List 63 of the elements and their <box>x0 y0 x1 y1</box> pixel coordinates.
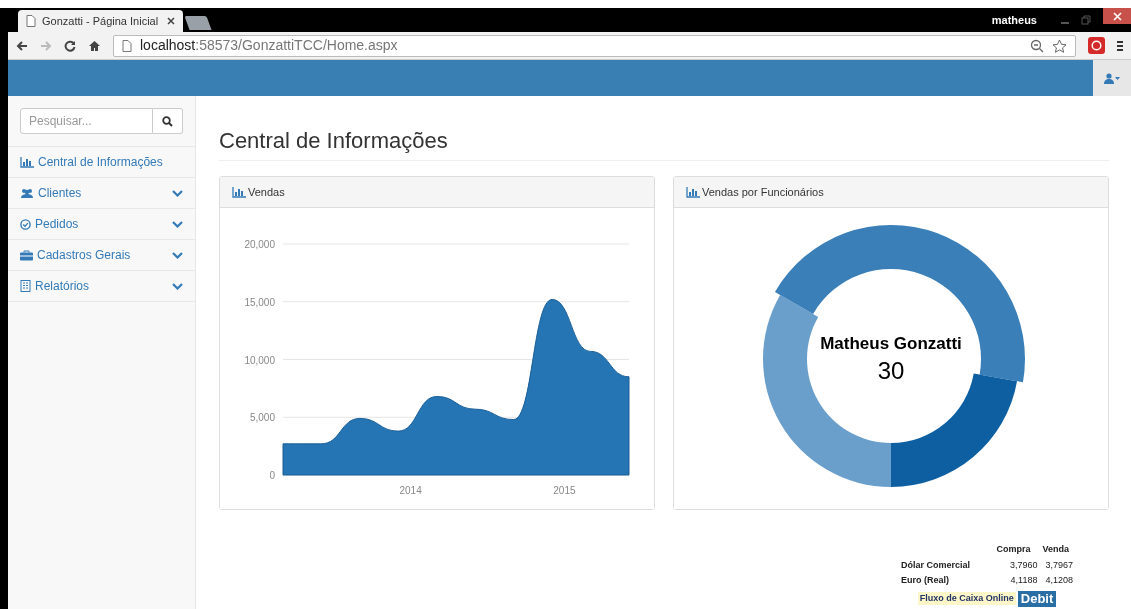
extension-icon[interactable] <box>1088 37 1105 54</box>
x-tick-label: 2015 <box>553 484 576 496</box>
home-icon <box>88 39 101 52</box>
sidebar-item[interactable]: Clientes <box>8 178 195 209</box>
forward-icon <box>40 39 52 52</box>
sidebar-item[interactable]: Relatórios <box>8 271 195 302</box>
close-icon <box>167 17 175 25</box>
user-menu-button[interactable] <box>1093 60 1131 96</box>
new-tab-button[interactable] <box>184 16 212 30</box>
y-tick-label: 5,000 <box>249 411 275 423</box>
column-header: Venda <box>1042 543 1069 556</box>
zoom-out-icon <box>1030 38 1044 53</box>
page-icon <box>26 15 36 27</box>
bar-chart-icon <box>686 186 700 198</box>
x-tick-label: 2014 <box>399 484 422 496</box>
buy-rate: 4,1188 <box>1010 574 1038 587</box>
star-icon <box>1052 38 1067 53</box>
profile-name[interactable]: matheus <box>991 11 1037 29</box>
sidebar-item[interactable]: Central de Informações <box>8 147 195 178</box>
search-button[interactable] <box>153 108 183 134</box>
back-icon <box>16 39 28 52</box>
users-icon <box>20 187 34 199</box>
address-bar[interactable]: localhost:58573/GonzattiTCC/Home.aspx <box>113 34 1076 57</box>
url-text: localhost:58573/GonzattiTCC/Home.aspx <box>140 36 399 55</box>
reload-icon <box>64 39 76 52</box>
building-icon <box>20 280 31 292</box>
briefcase-icon <box>20 249 33 261</box>
debit-logo[interactable]: Debit <box>1017 590 1057 607</box>
chevron-down-icon <box>172 282 183 290</box>
y-tick-label: 0 <box>269 469 275 481</box>
sidebar-item[interactable]: Pedidos <box>8 209 195 240</box>
bar-chart-icon <box>232 186 246 198</box>
chevron-down-icon <box>172 189 183 197</box>
user-icon <box>1104 72 1120 84</box>
sell-rate: 3,7967 <box>1045 558 1073 572</box>
restore-icon <box>1081 15 1091 25</box>
minimize-icon <box>1061 22 1069 24</box>
column-header: Compra <box>996 543 1031 556</box>
currency-name: Dólar Comercial <box>901 558 972 572</box>
check-circle-icon <box>20 218 31 230</box>
sell-rate: 4,1208 <box>1045 574 1073 587</box>
page-title: Central de Informações <box>219 124 1109 161</box>
bar-chart-icon <box>20 156 34 168</box>
y-tick-label: 15,000 <box>244 296 275 308</box>
search-field[interactable]: Pesquisar... <box>20 108 153 134</box>
chevron-down-icon <box>172 251 183 259</box>
y-tick-label: 20,000 <box>244 238 275 250</box>
browser-tab[interactable]: Gonzatti - Página Inicial <box>18 10 183 32</box>
donut-center-value: 30 <box>877 356 905 387</box>
panel-title: Vendas por Funcionários <box>702 184 824 200</box>
search-icon <box>162 115 173 127</box>
y-tick-label: 10,000 <box>244 354 275 365</box>
buy-rate: 3,7960 <box>1009 558 1038 572</box>
close-icon <box>1112 11 1122 21</box>
donut-center-name: Matheus Gonzatti <box>820 332 962 355</box>
currency-name: Euro (Real) <box>901 574 950 587</box>
close-window-button[interactable] <box>1103 8 1131 24</box>
sidebar-item[interactable]: Cadastros Gerais <box>8 240 195 271</box>
page-icon <box>122 39 132 52</box>
panel-title: Vendas <box>248 184 285 200</box>
widget-footer-link[interactable]: Fluxo de Caixa Online <box>917 591 1016 606</box>
chevron-down-icon <box>172 220 183 228</box>
menu-icon <box>1117 39 1123 52</box>
